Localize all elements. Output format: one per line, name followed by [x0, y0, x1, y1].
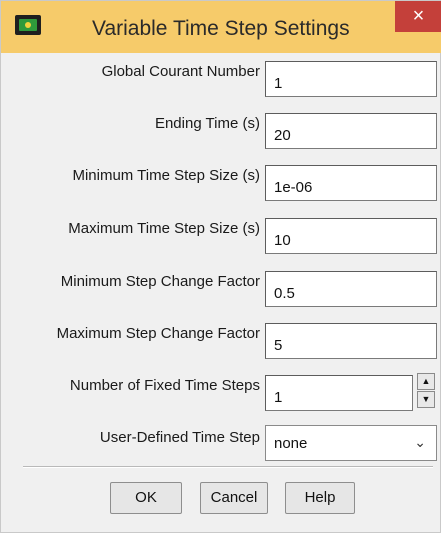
global-courant-number-input[interactable]	[265, 61, 437, 97]
minimum-step-change-factor-input[interactable]	[265, 271, 437, 307]
field-row-global-courant-number: Global Courant Number	[7, 53, 437, 97]
title-bar: Variable Time Step Settings ×	[1, 1, 441, 53]
help-button[interactable]: Help	[285, 482, 355, 514]
field-row-number-of-fixed-time-steps: Number of Fixed Time Steps ▲ ▼	[7, 367, 436, 411]
chevron-down-icon: ⌄	[414, 434, 426, 450]
maximum-step-change-factor-input[interactable]	[265, 323, 437, 359]
button-separator	[23, 466, 433, 468]
global-courant-number-label: Global Courant Number	[101, 63, 260, 80]
number-of-fixed-time-steps-label: Number of Fixed Time Steps	[69, 377, 260, 394]
field-row-minimum-step-change-factor: Minimum Step Change Factor	[7, 263, 437, 307]
field-row-ending-time: Ending Time (s)	[7, 105, 437, 149]
field-row-minimum-time-step-size: Minimum Time Step Size (s)	[7, 157, 437, 201]
ending-time-input[interactable]	[265, 113, 437, 149]
fixed-time-steps-spinner: ▲ ▼	[417, 373, 435, 409]
ending-time-label: Ending Time (s)	[154, 115, 260, 132]
number-of-fixed-time-steps-input[interactable]	[265, 375, 413, 411]
close-button[interactable]: ×	[395, 1, 441, 32]
cancel-button[interactable]: Cancel	[200, 482, 268, 514]
user-defined-time-step-label: User-Defined Time Step	[99, 429, 260, 446]
maximum-time-step-size-label: Maximum Time Step Size (s)	[68, 220, 260, 237]
variable-time-step-dialog: Variable Time Step Settings × Global Cou…	[0, 0, 441, 533]
field-row-user-defined-time-step: User-Defined Time Step none ⌄	[7, 419, 437, 461]
close-icon: ×	[412, 5, 425, 27]
maximum-step-change-factor-label: Maximum Step Change Factor	[56, 325, 260, 342]
minimum-time-step-size-label: Minimum Time Step Size (s)	[72, 167, 260, 184]
user-defined-time-step-select[interactable]: none ⌄	[265, 425, 437, 461]
spin-down-button[interactable]: ▼	[417, 391, 435, 408]
triangle-up-icon: ▲	[421, 376, 431, 386]
dialog-title: Variable Time Step Settings	[92, 17, 350, 40]
spin-up-button[interactable]: ▲	[417, 373, 435, 390]
field-row-maximum-step-change-factor: Maximum Step Change Factor	[7, 315, 437, 359]
triangle-down-icon: ▼	[421, 394, 431, 404]
minimum-time-step-size-input[interactable]	[265, 165, 437, 201]
field-row-maximum-time-step-size: Maximum Time Step Size (s)	[7, 210, 437, 254]
ok-button[interactable]: OK	[110, 482, 182, 514]
maximum-time-step-size-input[interactable]	[265, 218, 437, 254]
user-defined-time-step-value: none	[274, 435, 308, 452]
dialog-body: Global Courant Number Ending Time (s) Mi…	[7, 53, 437, 527]
app-icon	[15, 15, 41, 35]
minimum-step-change-factor-label: Minimum Step Change Factor	[60, 273, 260, 290]
